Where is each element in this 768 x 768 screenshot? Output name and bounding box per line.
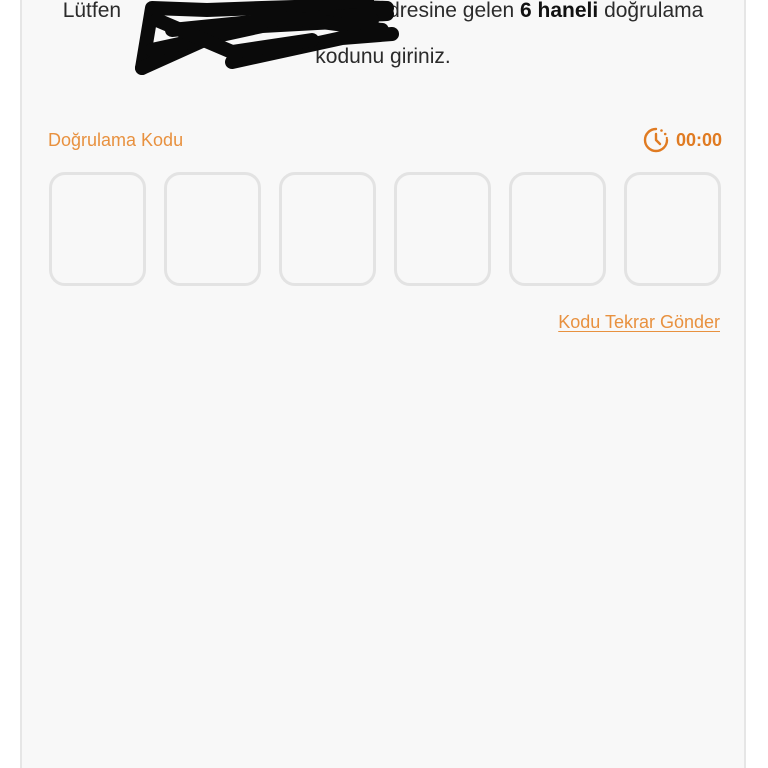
timer-value: 00:00 [675, 129, 722, 150]
resend-code-link[interactable]: Kodu Tekrar Gönder [558, 312, 720, 333]
redaction-scribble [135, 0, 399, 75]
content-panel: Lütfen m adresine gelen 6 haneli doğrulam… [20, 0, 746, 768]
code-digit-3[interactable] [279, 172, 376, 286]
code-digit-6[interactable] [624, 172, 721, 286]
instruction-suffix: doğrulama [598, 0, 704, 22]
instruction-bold: 6 haneli [520, 0, 599, 22]
code-digit-5[interactable] [509, 172, 606, 286]
code-digit-1[interactable] [49, 172, 146, 286]
clock-icon [643, 127, 669, 153]
verification-code-label: Doğrulama Kodu [48, 129, 184, 150]
code-input-group [49, 172, 721, 286]
code-digit-2[interactable] [164, 172, 261, 286]
countdown-timer: 00:00 [642, 126, 722, 154]
code-header: Doğrulama Kodu 00:00 [48, 124, 722, 156]
code-digit-4[interactable] [394, 172, 491, 286]
